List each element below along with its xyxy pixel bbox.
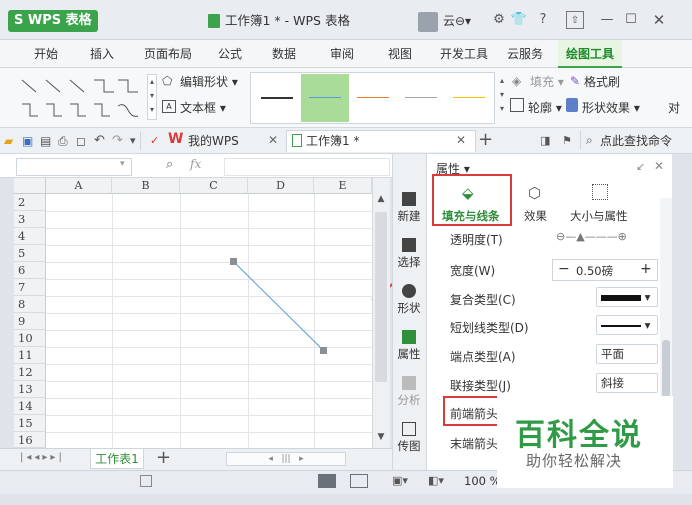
line-shape: [233, 261, 325, 352]
compound-type-label: 复合类型(C): [450, 293, 516, 307]
select-icon: [402, 238, 416, 252]
sheet-tab-1[interactable]: 工作表1: [90, 449, 144, 469]
horizontal-scrollbar[interactable]: ◂ ||| ▸: [226, 452, 346, 466]
side-upload-label: 传图: [397, 439, 421, 453]
analysis-icon: [402, 376, 416, 390]
line-end-handle: [320, 347, 327, 354]
transparency-label: 透明度(T): [450, 233, 503, 247]
page-layout-view-icon[interactable]: [350, 474, 368, 488]
size-icon: [592, 184, 608, 200]
side-select-button[interactable]: 选择: [392, 238, 426, 270]
width-label: 宽度(W): [450, 264, 496, 278]
join-type-label: 联接类型(J): [450, 379, 511, 393]
side-properties-label: 属性: [397, 347, 421, 361]
cap-type-label: 端点类型(A): [450, 350, 516, 364]
scroll-up-icon[interactable]: ▲: [375, 194, 387, 208]
join-type-value: 斜接: [601, 376, 624, 390]
side-analysis-label: 分析: [397, 393, 421, 407]
scroll-thumb[interactable]: [375, 212, 387, 382]
close-panel-icon[interactable]: ✕: [654, 159, 664, 173]
side-shape-button[interactable]: 形状: [392, 284, 426, 316]
shape-icon: [402, 284, 416, 298]
decrement-icon[interactable]: −: [558, 261, 570, 277]
cap-type-value: 平面: [601, 347, 624, 361]
fill-bucket-icon: ⬙: [462, 184, 474, 202]
sheet-nav-icon[interactable]: |◂◂▸▸|: [20, 452, 65, 463]
tab-size-properties[interactable]: 大小与属性: [570, 208, 628, 224]
cap-type-select[interactable]: 平面: [596, 344, 658, 364]
side-shape-label: 形状: [397, 301, 421, 315]
end-arrow-label: 末端箭头: [450, 437, 499, 451]
compound-type-select[interactable]: ▾: [596, 287, 658, 307]
panel-scroll-thumb[interactable]: [662, 340, 670, 400]
reading-mode-icon[interactable]: ◧▾: [428, 474, 444, 487]
effects-icon: ⬡: [528, 184, 542, 202]
side-upload-button[interactable]: 传图: [392, 422, 426, 454]
tab-effects[interactable]: 效果: [524, 208, 547, 224]
increment-icon[interactable]: +: [640, 261, 652, 277]
tab-fill-line-label: 填充与线条: [442, 209, 500, 223]
transparency-slider[interactable]: ⊖—▲———⊕: [556, 230, 656, 246]
width-input[interactable]: 0.50磅: [576, 263, 613, 279]
line-start-handle: [230, 258, 237, 265]
side-properties-button[interactable]: 属性: [392, 330, 426, 362]
sheet-status-icon: [140, 475, 152, 487]
side-new-label: 新建: [397, 209, 421, 223]
properties-icon: [402, 330, 416, 344]
side-analysis-button[interactable]: 分析: [392, 376, 426, 408]
front-arrow-label: 前端箭头: [450, 407, 499, 421]
join-type-select[interactable]: 斜接: [596, 373, 658, 393]
dash-type-select[interactable]: ▾: [596, 315, 658, 335]
side-new-button[interactable]: 新建: [392, 192, 426, 224]
watermark-subtitle: 助你轻松解决: [526, 452, 623, 470]
new-icon: [402, 192, 416, 206]
add-sheet-button[interactable]: +: [156, 447, 171, 468]
watermark-title: 百科全说: [515, 418, 643, 453]
collapse-panel-icon[interactable]: ↙: [636, 160, 645, 173]
page-break-view-icon[interactable]: ▣▾: [392, 474, 408, 487]
normal-view-icon[interactable]: [318, 474, 336, 488]
scroll-down-icon[interactable]: ▼: [375, 432, 387, 446]
dash-type-label: 短划线类型(D): [450, 321, 529, 335]
side-select-label: 选择: [397, 255, 421, 269]
upload-icon: [402, 422, 416, 436]
